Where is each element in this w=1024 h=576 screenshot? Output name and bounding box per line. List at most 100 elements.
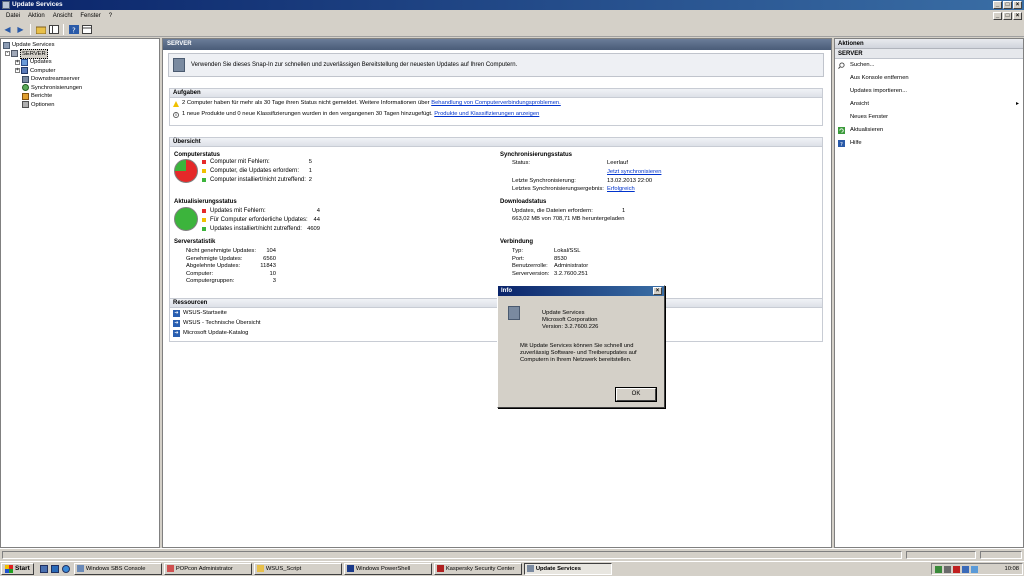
resources-title: Ressourcen: [170, 299, 822, 308]
resource-label: Microsoft Update-Katalog: [183, 330, 249, 336]
view-icon[interactable]: [81, 24, 92, 35]
last-result-label: Letztes Synchronisierungsergebnis:: [512, 186, 604, 192]
tray-icon[interactable]: [935, 565, 942, 573]
start-label: Start: [15, 565, 30, 572]
task-text: 1 neue Produkte und 0 neue Klassifizieru…: [182, 111, 433, 117]
collapse-icon[interactable]: -: [5, 51, 10, 57]
browser-icon[interactable]: [61, 565, 70, 573]
close-button[interactable]: ×: [1013, 1, 1022, 9]
update-services-icon: [526, 565, 534, 572]
results-header: SERVER: [163, 39, 831, 50]
stat-label: Computergruppen:: [186, 278, 235, 284]
maximize-button[interactable]: □: [1003, 1, 1012, 9]
action-view[interactable]: Ansicht ▸: [835, 98, 1023, 111]
menu-fenster[interactable]: Fenster: [76, 13, 104, 19]
menu-datei[interactable]: Datei: [2, 13, 24, 19]
warning-icon: [173, 100, 180, 107]
taskbar-button[interactable]: WSUS_Script: [253, 563, 342, 575]
action-help[interactable]: ? Hilfe: [835, 137, 1023, 150]
volume-icon[interactable]: [971, 565, 978, 573]
tree-item-sync[interactable]: Synchronisierungen: [1, 84, 159, 93]
show-desktop-icon[interactable]: [39, 565, 48, 573]
error-swatch: [202, 160, 206, 164]
toolbar-separator: [30, 23, 31, 35]
tray-icon[interactable]: [944, 565, 951, 573]
network-icon[interactable]: [962, 565, 969, 573]
actions-subheader[interactable]: SERVER: [835, 49, 1023, 59]
help-icon[interactable]: ?: [68, 24, 79, 35]
link-arrow-icon: ➜: [173, 319, 180, 327]
minimize-button[interactable]: _: [993, 1, 1002, 9]
update-status-title: Aktualisierungsstatus: [174, 199, 237, 205]
tree-item-reports[interactable]: Berichte: [1, 92, 159, 101]
resource-item[interactable]: ➜ WSUS - Technische Übersicht: [170, 318, 822, 328]
menu-help[interactable]: ?: [105, 13, 116, 19]
tree-item-computer[interactable]: + Computer: [1, 67, 159, 76]
status-bar: [0, 548, 1024, 560]
action-remove-from-console[interactable]: Aus Konsole entfernen: [835, 72, 1023, 85]
action-refresh[interactable]: Aktualisieren: [835, 124, 1023, 137]
menu-ansicht[interactable]: Ansicht: [49, 13, 77, 19]
window-title-bar[interactable]: Update Services _ □ ×: [0, 0, 1024, 10]
warning-swatch: [202, 169, 206, 173]
show-hide-tree-icon[interactable]: [48, 24, 59, 35]
action-import-updates[interactable]: Updates importieren...: [835, 85, 1023, 98]
tree-item-label: Updates: [30, 59, 52, 65]
download-status-title: Downloadstatus: [500, 199, 547, 205]
resource-item[interactable]: ➜ WSUS-Startseite: [170, 308, 822, 318]
connectivity-help-link[interactable]: Behandlung von Computerverbindungsproble…: [431, 98, 561, 109]
tasks-title: Aufgaben: [170, 89, 822, 98]
mdi-minimize-button[interactable]: _: [993, 12, 1002, 20]
action-label: Suchen...: [850, 62, 875, 68]
start-button[interactable]: Start: [1, 563, 34, 575]
status-cell: [980, 551, 1022, 559]
action-label: Hilfe: [850, 140, 862, 146]
taskbar-button[interactable]: POPcon Administrator: [163, 563, 252, 575]
app-icon: [2, 1, 10, 9]
ok-button[interactable]: OK: [615, 387, 657, 402]
update-services-icon: [508, 306, 520, 320]
taskbar-button-active[interactable]: Update Services: [523, 563, 612, 575]
expand-icon[interactable]: +: [15, 59, 20, 65]
legend-row: Updates mit Fehlern:: [202, 207, 266, 215]
tree-item-downstream[interactable]: Downstreamserver: [1, 75, 159, 84]
connection-value: 8530: [554, 255, 567, 262]
sync-icon: [22, 84, 29, 92]
tree-item-options[interactable]: Optionen: [1, 101, 159, 110]
sync-now-link[interactable]: Jetzt synchronisieren: [607, 169, 661, 175]
taskbar-label: POPcon Administrator: [175, 566, 233, 572]
dialog-title-bar[interactable]: Info ×: [498, 286, 664, 296]
taskbar-button[interactable]: Windows PowerShell: [343, 563, 432, 575]
last-result-link[interactable]: Erfolgreich: [607, 186, 635, 192]
server-manager-icon[interactable]: [50, 565, 59, 573]
dialog-close-button[interactable]: ×: [653, 287, 662, 295]
tree-server[interactable]: - SERVER: [1, 48, 159, 59]
quick-launch: [39, 565, 70, 573]
link-arrow-icon: ➜: [173, 329, 180, 337]
taskbar-button[interactable]: Kaspersky Security Center: [433, 563, 522, 575]
expand-icon[interactable]: +: [15, 68, 20, 74]
action-new-window[interactable]: Neues Fenster: [835, 111, 1023, 124]
console-tree: Update Services - SERVER + Updates + Com…: [0, 38, 160, 548]
tree-item-updates[interactable]: + Updates: [1, 58, 159, 67]
menu-aktion[interactable]: Aktion: [24, 13, 49, 19]
mdi-close-button[interactable]: ×: [1013, 12, 1022, 20]
window-icon: [76, 565, 84, 572]
resource-label: WSUS - Technische Übersicht: [183, 320, 261, 326]
products-classifications-link[interactable]: Produkte und Klassifizierungen anzeigen: [434, 109, 539, 120]
back-arrow-icon[interactable]: ◀: [2, 24, 13, 35]
action-search[interactable]: Suchen...: [835, 59, 1023, 72]
mdi-restore-button[interactable]: □: [1003, 12, 1012, 20]
resource-item[interactable]: ➜ Microsoft Update-Katalog: [170, 328, 822, 338]
window-title: Update Services: [12, 1, 63, 8]
link-arrow-icon: ➜: [173, 309, 180, 317]
up-folder-icon[interactable]: [35, 24, 46, 35]
clock[interactable]: 10:08: [1004, 566, 1022, 572]
version-text: Version: 3.2.7600.226: [542, 324, 599, 330]
kaspersky-tray-icon[interactable]: [953, 565, 960, 573]
taskbar-button[interactable]: Windows SBS Console: [73, 563, 162, 575]
forward-arrow-icon[interactable]: ▶: [15, 24, 26, 35]
action-label: Ansicht: [850, 101, 870, 107]
connection-value: Administrator: [554, 263, 589, 269]
action-label: Aus Konsole entfernen: [850, 75, 909, 81]
